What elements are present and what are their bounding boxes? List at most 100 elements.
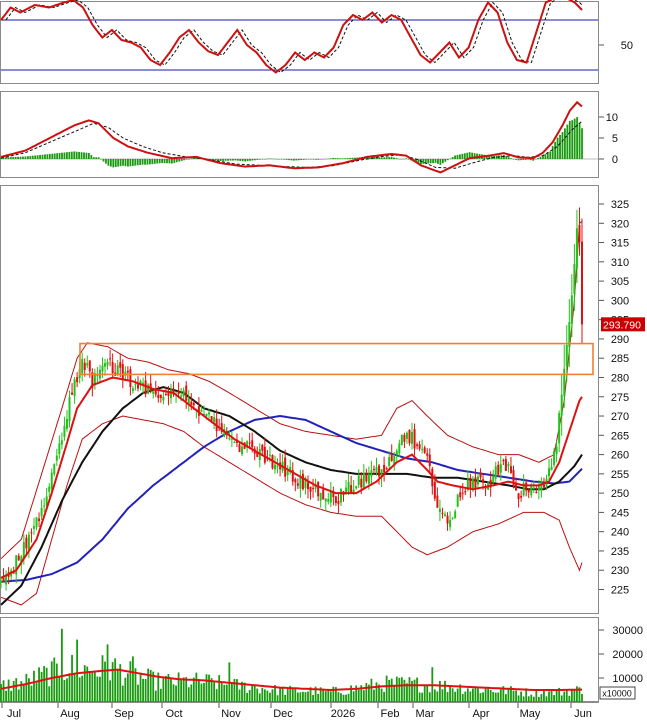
macd-histogram-bar bbox=[564, 128, 566, 159]
macd-histogram-bar bbox=[351, 157, 354, 159]
macd-histogram-bar bbox=[251, 159, 254, 161]
volume-bar bbox=[88, 672, 91, 702]
volume-bar bbox=[81, 675, 84, 702]
candle-body bbox=[423, 447, 426, 453]
macd-histogram-bar bbox=[219, 159, 222, 162]
macd-histogram-bar bbox=[395, 158, 398, 159]
candle-body bbox=[555, 446, 558, 454]
volume-bar bbox=[291, 687, 294, 702]
volume-bar bbox=[175, 685, 177, 702]
x-tick-label-2026: 2026 bbox=[331, 708, 355, 720]
price-tick-label: 235 bbox=[611, 546, 629, 558]
candle-body bbox=[362, 472, 365, 489]
macd-histogram-bar bbox=[534, 159, 537, 160]
macd-histogram-bar bbox=[520, 159, 522, 161]
candle-body bbox=[101, 365, 104, 372]
candle-body bbox=[58, 443, 61, 455]
candle-body bbox=[441, 512, 444, 514]
macd-line bbox=[0, 100, 583, 174]
macd-histogram-bar bbox=[97, 157, 100, 159]
candle-body bbox=[169, 389, 172, 399]
macd-histogram-bar bbox=[334, 158, 337, 159]
volume-bar bbox=[408, 677, 411, 702]
candle-body bbox=[109, 358, 112, 360]
macd-histogram-bar bbox=[507, 157, 510, 159]
volume-bar bbox=[385, 675, 388, 702]
volume-bar bbox=[421, 692, 424, 702]
candle-body bbox=[241, 446, 244, 455]
macd-panel-frame bbox=[0, 91, 599, 178]
macd-histogram-bar bbox=[144, 159, 146, 165]
macd-histogram-bar bbox=[451, 157, 454, 159]
volume-bar bbox=[466, 688, 469, 702]
price-tick-label: 260 bbox=[611, 450, 629, 462]
volume-bar bbox=[477, 688, 479, 702]
macd-histogram-bar bbox=[249, 159, 251, 161]
macd-histogram-bar bbox=[66, 152, 68, 159]
volume-bar bbox=[449, 686, 451, 702]
volume-bar bbox=[395, 676, 398, 702]
volume-bar bbox=[35, 682, 38, 702]
volume-bar bbox=[444, 680, 446, 702]
volume-bar bbox=[362, 690, 365, 702]
volume-bar bbox=[299, 692, 302, 702]
macd-histogram-bar bbox=[268, 158, 271, 159]
volume-bar bbox=[63, 680, 66, 702]
candle-body bbox=[390, 453, 393, 461]
candle-body bbox=[578, 225, 581, 243]
macd-histogram-bar bbox=[26, 156, 29, 159]
candle-body bbox=[27, 534, 30, 550]
macd-histogram-bar bbox=[227, 159, 229, 161]
candle-body bbox=[388, 457, 391, 467]
macd-histogram-bar bbox=[261, 159, 264, 160]
volume-bar bbox=[93, 672, 96, 702]
volume-bar bbox=[10, 690, 13, 702]
macd-panel: 10 5 0 bbox=[0, 100, 618, 174]
candle-body bbox=[520, 495, 523, 498]
macd-histogram-bar bbox=[34, 155, 37, 159]
candle-body bbox=[494, 466, 497, 479]
macd-histogram-bar bbox=[124, 159, 127, 167]
macd-histogram-bar bbox=[258, 159, 261, 160]
candle-body bbox=[177, 390, 180, 394]
candle-body bbox=[32, 526, 35, 529]
candle-body bbox=[436, 495, 439, 508]
macd-histogram-bar bbox=[183, 159, 185, 161]
macd-histogram-bar bbox=[141, 159, 144, 165]
candle-body bbox=[548, 468, 551, 477]
volume-bar bbox=[494, 692, 497, 702]
x-tick-label-oct: Oct bbox=[165, 708, 182, 720]
volume-bar bbox=[106, 644, 109, 702]
candle-body bbox=[274, 464, 277, 470]
macd-histogram-bar bbox=[229, 159, 232, 161]
macd-histogram-bar bbox=[222, 159, 225, 161]
volume-bar bbox=[251, 685, 254, 702]
candle-body bbox=[238, 444, 241, 452]
price-tick-label: 270 bbox=[611, 411, 629, 423]
macd-histogram-bar bbox=[441, 159, 444, 164]
candle-body bbox=[299, 476, 302, 489]
macd-histogram-bar bbox=[175, 159, 178, 163]
macd-histogram-bar bbox=[19, 156, 22, 159]
candle-body bbox=[446, 515, 449, 524]
candle-body bbox=[370, 470, 373, 477]
macd-histogram-bar bbox=[31, 155, 34, 159]
macd-histogram-bar bbox=[354, 157, 356, 159]
price-tick-label: 285 bbox=[611, 353, 629, 365]
volume-bar bbox=[17, 689, 20, 702]
candle-body bbox=[81, 359, 84, 374]
volume-bar bbox=[126, 673, 129, 702]
volume-bar bbox=[350, 685, 353, 702]
macd-histogram-bar bbox=[324, 158, 327, 160]
volume-bar bbox=[553, 695, 555, 702]
x-tick-label-nov: Nov bbox=[221, 708, 241, 720]
macd-histogram-bar bbox=[463, 153, 466, 159]
macd-histogram-bar bbox=[7, 157, 10, 159]
volume-bar bbox=[307, 691, 309, 702]
volume-bar bbox=[454, 691, 457, 702]
candle-body bbox=[385, 468, 388, 470]
volume-bar bbox=[426, 684, 429, 702]
volume-bar bbox=[451, 688, 454, 702]
volume-bar bbox=[129, 661, 132, 702]
macd-histogram-bar bbox=[185, 159, 188, 160]
